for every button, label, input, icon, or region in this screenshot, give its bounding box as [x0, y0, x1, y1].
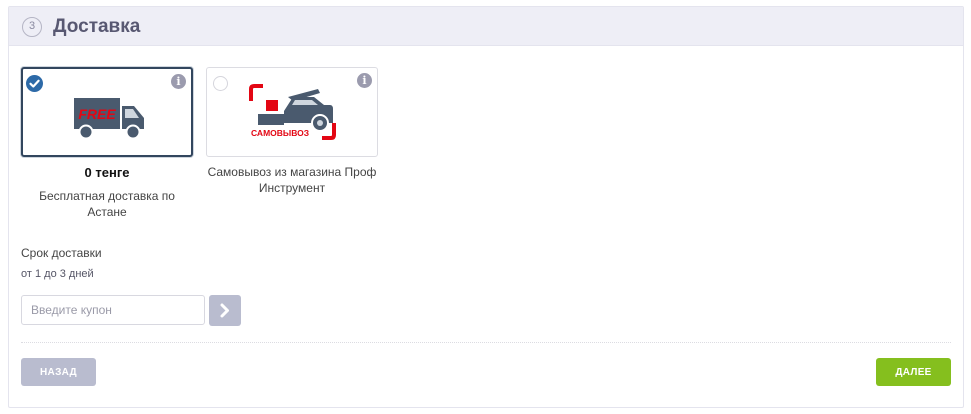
- delivery-term-value: от 1 до 3 дней: [21, 268, 94, 280]
- panel-header: 3 Доставка: [9, 7, 963, 46]
- option-description: Бесплатная доставка по Астане: [39, 189, 175, 219]
- option-description: Самовывоз из магазина Проф Инструмент: [207, 165, 377, 195]
- free-logo-text: FREE: [78, 106, 116, 122]
- page-title: Доставка: [53, 16, 141, 37]
- divider: [21, 342, 951, 343]
- delivery-option-free[interactable]: i FREE: [21, 67, 193, 157]
- pickup-logo-text: САМОВЫВОЗ: [251, 128, 309, 138]
- info-icon[interactable]: i: [171, 74, 186, 89]
- back-button[interactable]: НАЗАД: [21, 358, 96, 386]
- next-button[interactable]: ДАЛЕЕ: [876, 358, 951, 386]
- delivery-option-pickup[interactable]: i САМОВЫВОЗ: [206, 67, 378, 157]
- chevron-right-icon: [220, 303, 229, 318]
- coupon-input[interactable]: [21, 295, 205, 325]
- apply-coupon-button[interactable]: [209, 295, 241, 326]
- car-icon: САМОВЫВОЗ: [249, 84, 336, 140]
- step-number: 3: [22, 17, 42, 37]
- check-icon: [26, 75, 43, 92]
- delivery-term-label: Срок доставки: [21, 246, 102, 260]
- info-icon[interactable]: i: [357, 73, 372, 88]
- radio-button[interactable]: [213, 76, 228, 91]
- option-price: 0 тенге: [84, 165, 130, 180]
- truck-icon: FREE: [74, 98, 144, 140]
